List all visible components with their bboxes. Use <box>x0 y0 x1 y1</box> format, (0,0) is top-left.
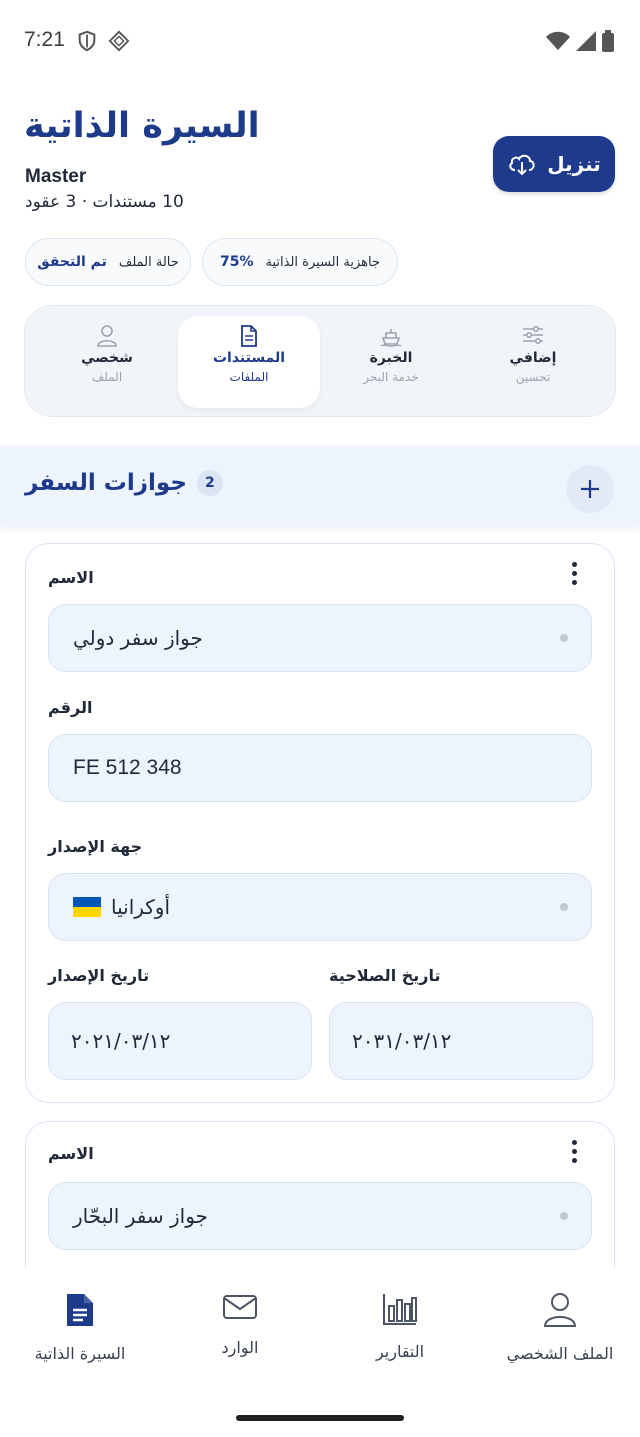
expiry-date-value: ٢٠٣١/٠٣/١٢ <box>352 1029 452 1053</box>
issuer-field[interactable]: أوكرانيا <box>48 873 592 941</box>
network-icon <box>108 30 130 52</box>
file-status-value: تم التحقق <box>37 254 107 270</box>
section-title-wrap: 2 جوازات السفر <box>25 470 223 496</box>
document-icon <box>241 325 257 347</box>
nav-cv[interactable]: السيرة الذاتية <box>10 1292 150 1363</box>
issuer-value: أوكرانيا <box>111 895 171 919</box>
bottom-nav: السيرة الذاتية الوارد التقارير الملف الش… <box>0 1268 640 1437</box>
cv-name: Master <box>25 166 87 187</box>
dropdown-dot-icon <box>560 634 568 642</box>
nav-profile-label: الملف الشخصي <box>506 1344 614 1363</box>
add-passport-button[interactable] <box>566 465 614 513</box>
section-tabs: إضافي تحسين الخبرة خدمة البحر المستندات … <box>24 305 616 417</box>
tab-documents[interactable]: المستندات الملفات <box>178 316 320 408</box>
ukraine-flag-icon <box>73 897 101 917</box>
tab-personal-label: شخصي <box>81 350 133 366</box>
person-icon <box>97 325 117 347</box>
tab-personal[interactable]: شخصي الملف <box>36 316 178 408</box>
more-options-icon[interactable] <box>570 562 578 585</box>
number-value: FE 512 348 <box>73 756 182 779</box>
name-field[interactable]: جواز سفر دولي <box>48 604 592 672</box>
issue-date-label: تاريخ الإصدار <box>48 966 150 985</box>
tab-documents-sub: الملفات <box>229 370 269 384</box>
name-label: الاسم <box>48 1144 94 1163</box>
number-label: الرقم <box>48 698 93 717</box>
download-label: تنزيل <box>547 152 601 176</box>
bar-chart-icon <box>383 1294 417 1325</box>
plus-icon <box>581 480 599 498</box>
cv-document-icon <box>67 1294 93 1326</box>
tab-extra-label: إضافي <box>509 350 557 366</box>
section-title: جوازات السفر <box>25 470 187 496</box>
tab-extra[interactable]: إضافي تحسين <box>462 316 604 408</box>
status-system-icons <box>546 30 614 52</box>
ship-icon <box>380 329 402 347</box>
page-title: السيرة الذاتية <box>24 106 260 146</box>
nav-reports[interactable]: التقارير <box>330 1292 470 1361</box>
expiry-date-label: تاريخ الصلاحية <box>329 966 441 985</box>
issuer-label: جهة الإصدار <box>48 837 143 856</box>
section-header: 2 جوازات السفر <box>0 446 640 526</box>
status-time: 7:21 <box>24 28 65 51</box>
name-value: جواز سفر دولي <box>73 626 203 650</box>
readiness-chip: جاهزية السيرة الذاتية 75% <box>202 238 398 286</box>
more-options-icon[interactable] <box>570 1140 578 1163</box>
number-field[interactable]: FE 512 348 <box>48 734 592 802</box>
battery-icon <box>602 30 614 52</box>
tab-personal-sub: الملف <box>91 370 123 384</box>
tab-documents-label: المستندات <box>212 350 286 366</box>
signal-icon <box>576 31 596 51</box>
name-label: الاسم <box>48 568 94 587</box>
nav-cv-label: السيرة الذاتية <box>34 1344 126 1363</box>
file-status-label: حالة الملف <box>118 254 179 270</box>
dropdown-dot-icon <box>560 903 568 911</box>
count-badge: 2 <box>196 470 223 496</box>
issue-date-value: ٢٠٢١/٠٣/١٢ <box>71 1029 171 1053</box>
tab-experience-label: الخبرة <box>369 350 413 366</box>
expiry-date-field[interactable]: ٢٠٣١/٠٣/١٢ <box>329 1002 593 1080</box>
tab-experience-sub: خدمة البحر <box>363 370 419 384</box>
dropdown-dot-icon <box>560 1212 568 1220</box>
issue-date-field[interactable]: ٢٠٢١/٠٣/١٢ <box>48 1002 312 1080</box>
mail-icon <box>223 1295 257 1319</box>
nav-profile[interactable]: الملف الشخصي <box>490 1292 630 1363</box>
nav-inbox-label: الوارد <box>221 1338 259 1357</box>
readiness-value: 75% <box>220 254 254 270</box>
status-notification-icons <box>76 30 130 52</box>
cloud-download-icon <box>509 154 535 176</box>
sliders-icon <box>523 325 543 345</box>
name-value: جواز سفر البحّار <box>73 1204 208 1228</box>
nav-inbox[interactable]: الوارد <box>170 1292 310 1357</box>
download-button[interactable]: تنزيل <box>493 136 615 192</box>
name-field[interactable]: جواز سفر البحّار <box>48 1182 592 1250</box>
profile-icon <box>543 1293 577 1327</box>
cv-counts: 10 مستندات · 3 عقود <box>25 192 184 212</box>
passport-card: الاسم جواز سفر دولي الرقم FE 512 348 جهة… <box>25 543 615 1103</box>
tab-extra-sub: تحسين <box>515 370 551 384</box>
page-title-wrap: السيرة الذاتية <box>24 106 260 146</box>
tab-experience[interactable]: الخبرة خدمة البحر <box>320 316 462 408</box>
nav-reports-label: التقارير <box>375 1342 425 1361</box>
shield-icon <box>78 30 96 52</box>
file-status-chip: حالة الملف تم التحقق <box>25 238 191 286</box>
home-indicator[interactable] <box>236 1415 404 1421</box>
readiness-label: جاهزية السيرة الذاتية <box>265 254 380 270</box>
wifi-icon <box>546 31 570 50</box>
